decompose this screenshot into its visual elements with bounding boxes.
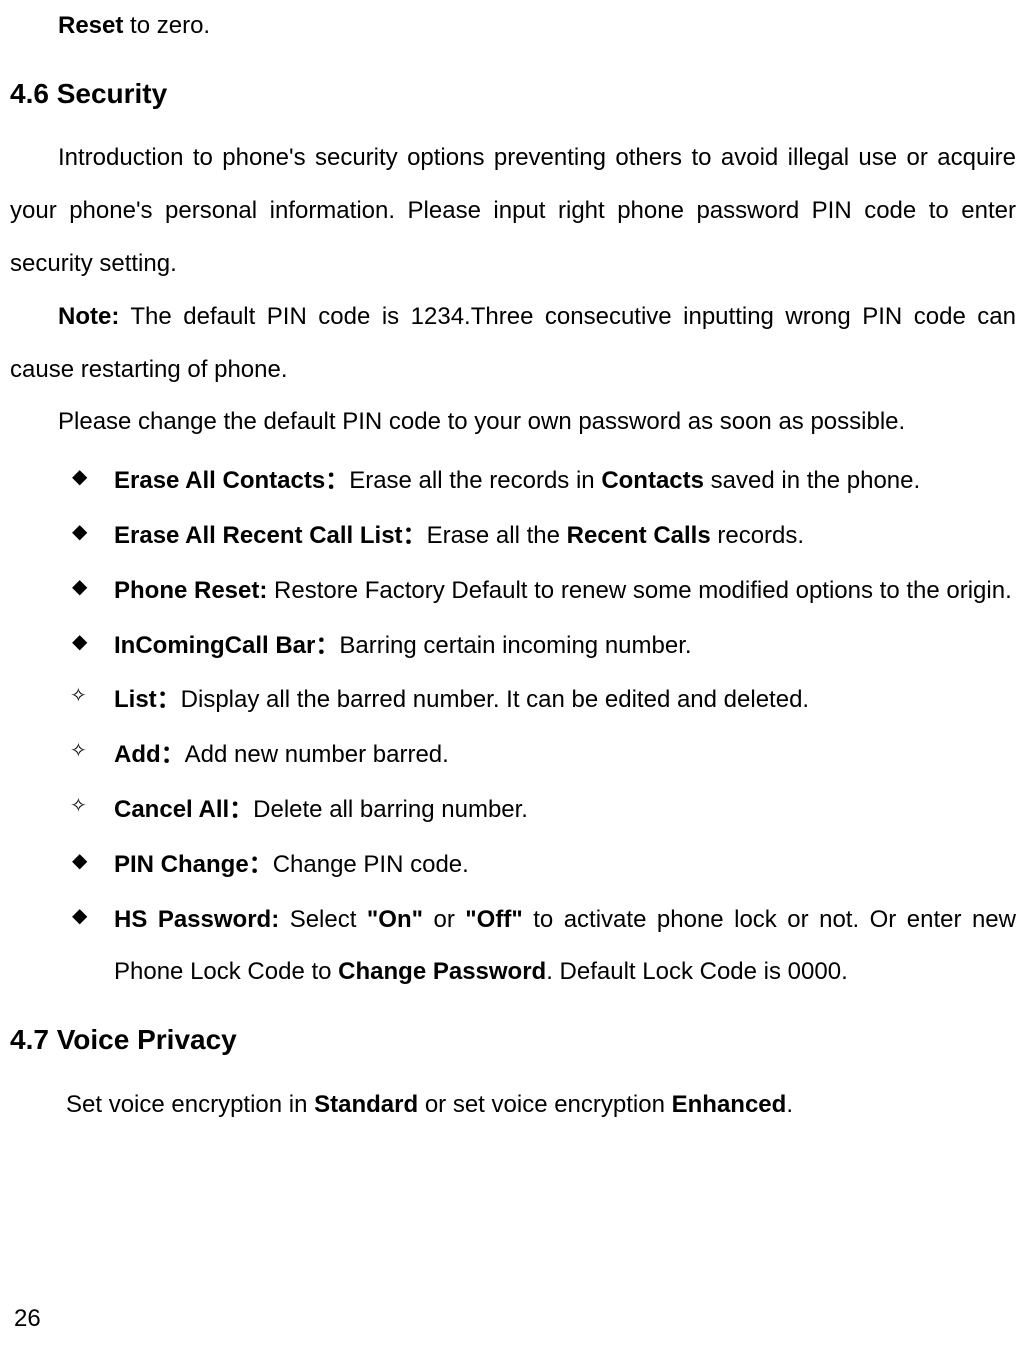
hs-password-change: Change Password xyxy=(338,958,546,985)
page-number: 26 xyxy=(14,1293,41,1346)
incoming-bar-text: Barring certain incoming number. xyxy=(339,632,691,659)
erase-recent-bold2: Recent Calls xyxy=(567,522,711,549)
list-item: ✧ Add：Add new number barred. xyxy=(72,729,1016,782)
list-item: ✧ Cancel All：Delete all barring number. xyxy=(72,784,1016,837)
please-change-text: Please change the default PIN code to yo… xyxy=(10,396,1016,449)
add-text: Add new number barred. xyxy=(185,741,449,768)
cancel-all-text: Delete all barring number. xyxy=(253,796,528,823)
section-4-7-heading: 4.7 Voice Privacy xyxy=(10,1009,1016,1071)
list-label: List： xyxy=(114,686,181,713)
list-item: ◆ PIN Change：Change PIN code. xyxy=(72,839,1016,892)
diamond-filled-icon: ◆ xyxy=(72,894,87,938)
security-note: Note: The default PIN code is 1234.Three… xyxy=(10,291,1016,397)
list-text: Display all the barred number. It can be… xyxy=(181,686,809,713)
erase-contacts-label: Erase All Contacts： xyxy=(114,467,349,494)
security-intro: Introduction to phone's security options… xyxy=(10,132,1016,290)
erase-recent-text1: Erase all the xyxy=(427,522,567,549)
hs-password-text2: or xyxy=(423,906,465,933)
voice-text1: Set voice encryption in xyxy=(66,1091,314,1118)
security-bullet-list: ◆ Erase All Contacts：Erase all the recor… xyxy=(10,455,1016,999)
list-item: ✧ List：Display all the barred number. It… xyxy=(72,674,1016,727)
hs-password-label: HS Password: xyxy=(114,906,279,933)
diamond-outline-icon: ✧ xyxy=(70,729,87,773)
reset-line: Reset to zero. xyxy=(10,0,1016,53)
pin-change-text: Change PIN code. xyxy=(273,851,469,878)
voice-text3: . xyxy=(786,1091,793,1118)
phone-reset-text: Restore Factory Default to renew some mo… xyxy=(267,577,1011,604)
section-4-6-heading: 4.6 Security xyxy=(10,63,1016,125)
erase-contacts-text1: Erase all the records in xyxy=(349,467,601,494)
hs-password-on: "On" xyxy=(367,906,423,933)
diamond-filled-icon: ◆ xyxy=(72,839,87,883)
voice-standard: Standard xyxy=(314,1091,418,1118)
voice-text2: or set voice encryption xyxy=(418,1091,671,1118)
cancel-all-label: Cancel All： xyxy=(114,796,253,823)
pin-change-label: PIN Change： xyxy=(114,851,273,878)
diamond-filled-icon: ◆ xyxy=(72,455,87,499)
list-item: ◆ Erase All Contacts：Erase all the recor… xyxy=(72,455,1016,508)
add-label: Add： xyxy=(114,741,185,768)
phone-reset-label: Phone Reset: xyxy=(114,577,267,604)
note-label: Note: xyxy=(58,303,119,330)
hs-password-text1: Select xyxy=(279,906,367,933)
diamond-outline-icon: ✧ xyxy=(70,784,87,828)
erase-recent-text2: records. xyxy=(711,522,804,549)
diamond-filled-icon: ◆ xyxy=(72,565,87,609)
reset-bold: Reset xyxy=(58,12,123,39)
diamond-filled-icon: ◆ xyxy=(72,510,87,554)
diamond-filled-icon: ◆ xyxy=(72,620,87,664)
diamond-outline-icon: ✧ xyxy=(70,674,87,718)
hs-password-off: "Off" xyxy=(465,906,522,933)
voice-privacy-text: Set voice encryption in Standard or set … xyxy=(10,1079,1016,1132)
reset-rest: to zero. xyxy=(123,12,210,39)
incoming-bar-label: InComingCall Bar： xyxy=(114,632,339,659)
list-item: ◆ Phone Reset: Restore Factory Default t… xyxy=(72,565,1016,618)
voice-enhanced: Enhanced xyxy=(672,1091,787,1118)
erase-recent-label: Erase All Recent Call List： xyxy=(114,522,427,549)
note-text: The default PIN code is 1234.Three conse… xyxy=(10,303,1016,383)
erase-contacts-bold2: Contacts xyxy=(601,467,704,494)
list-item: ◆ HS Password: Select "On" or "Off" to a… xyxy=(72,894,1016,1000)
hs-password-text4: . Default Lock Code is 0000. xyxy=(546,958,848,985)
erase-contacts-text2: saved in the phone. xyxy=(704,467,920,494)
list-item: ◆ Erase All Recent Call List：Erase all t… xyxy=(72,510,1016,563)
list-item: ◆ InComingCall Bar：Barring certain incom… xyxy=(72,620,1016,673)
